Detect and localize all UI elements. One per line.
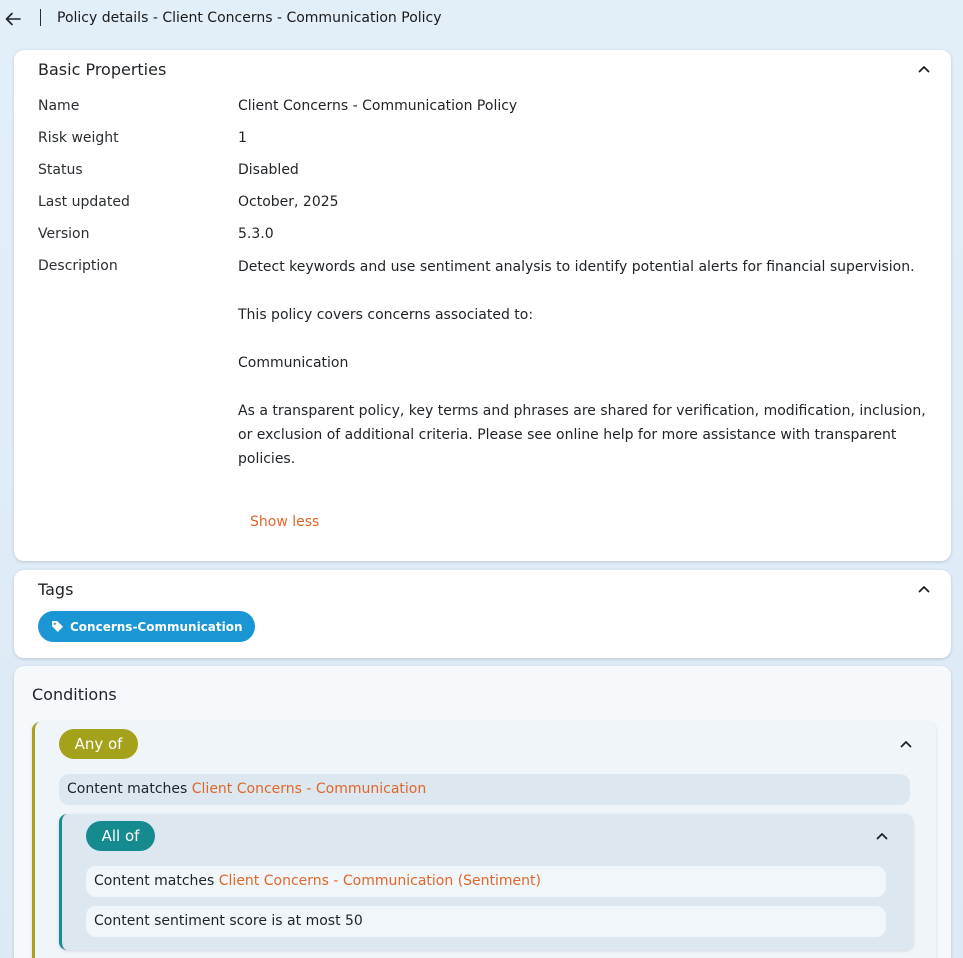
arrow-left-icon (5, 12, 21, 26)
condition-row: Content matches Client Concerns - Commun… (59, 774, 910, 805)
name-value: Client Concerns - Communication Policy (238, 98, 518, 114)
version-value: 5.3.0 (238, 226, 274, 242)
tag-label: Concerns-Communication (70, 619, 243, 634)
description-value: Detect keywords and use sentiment analys… (238, 255, 928, 471)
description-paragraph: This policy covers concerns associated t… (238, 307, 534, 323)
chevron-up-icon (918, 586, 930, 593)
condition-row: Content sentiment score is at most 50 (86, 906, 886, 937)
chevron-up-icon (918, 66, 930, 73)
tags-collapse-button[interactable] (915, 580, 933, 598)
page-header: Policy details - Client Concerns - Commu… (0, 0, 963, 40)
basic-properties-title: Basic Properties (38, 60, 167, 79)
last-updated-value: October, 2025 (238, 194, 339, 210)
basic-properties-card: Basic Properties Name Client Concerns - … (14, 50, 951, 561)
tag-chip[interactable]: Concerns-Communication (38, 611, 255, 642)
version-label: Version (38, 226, 90, 242)
status-label: Status (38, 162, 83, 178)
name-label: Name (38, 98, 80, 114)
tags-card: Tags Concerns-Communication (14, 570, 951, 658)
any-of-collapse-button[interactable] (897, 735, 915, 753)
tags-title: Tags (38, 580, 74, 599)
condition-link[interactable]: Client Concerns - Communication (192, 781, 426, 797)
status-value: Disabled (238, 162, 299, 178)
basic-properties-collapse-button[interactable] (915, 60, 933, 78)
risk-weight-value: 1 (238, 130, 247, 146)
back-button[interactable] (2, 8, 24, 30)
all-of-collapse-button[interactable] (873, 827, 891, 845)
chevron-up-icon (900, 741, 912, 748)
header-divider (40, 9, 41, 26)
tag-icon (51, 620, 64, 633)
last-updated-label: Last updated (38, 194, 130, 210)
condition-row: Content matches Client Concerns - Commun… (86, 866, 886, 897)
condition-text: Content sentiment score is at most 50 (94, 913, 363, 929)
description-paragraph: Communication (238, 355, 349, 371)
any-of-group: Any of Content matches Client Concerns -… (32, 722, 936, 958)
chevron-up-icon (876, 833, 888, 840)
conditions-card: Conditions Any of Content matches Client… (14, 666, 951, 958)
all-of-pill[interactable]: All of (86, 821, 155, 851)
all-of-group: All of Content matches Client Concerns -… (59, 814, 913, 950)
description-label: Description (38, 258, 118, 274)
condition-link[interactable]: Client Concerns - Communication (Sentime… (219, 873, 541, 889)
description-paragraph: Detect keywords and use sentiment analys… (238, 259, 915, 275)
description-paragraph: As a transparent policy, key terms and p… (238, 403, 926, 467)
condition-prefix: Content matches (94, 873, 219, 889)
show-less-link[interactable]: Show less (250, 512, 319, 532)
any-of-pill[interactable]: Any of (59, 729, 138, 759)
page-title: Policy details - Client Concerns - Commu… (57, 10, 442, 26)
conditions-title: Conditions (32, 685, 117, 704)
risk-weight-label: Risk weight (38, 130, 119, 146)
condition-prefix: Content matches (67, 781, 192, 797)
